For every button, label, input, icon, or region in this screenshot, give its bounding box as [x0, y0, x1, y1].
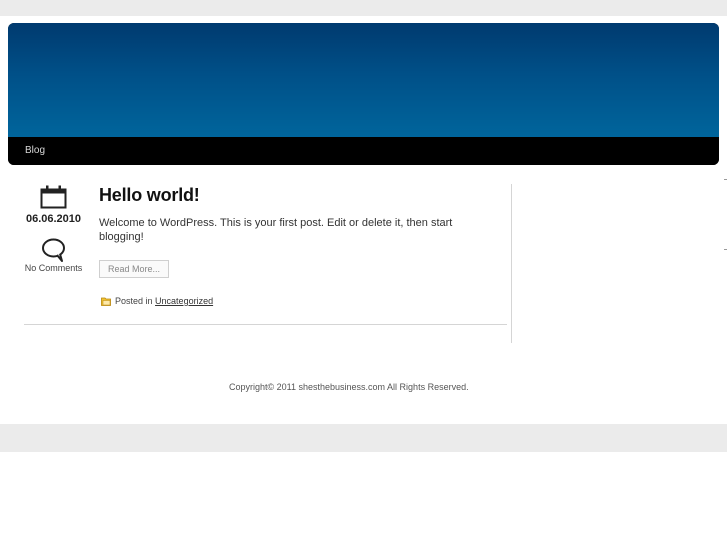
nav-item-blog[interactable]: Blog: [25, 145, 45, 156]
post-meta: Posted in Uncategorized: [115, 296, 213, 306]
footer-copyright: Copyright© 2011 shesthebusiness.com All …: [229, 382, 469, 392]
calendar-icon: [40, 185, 67, 209]
top-band: [0, 0, 727, 16]
post-excerpt: Welcome to WordPress. This is your first…: [99, 217, 453, 243]
read-more-button[interactable]: Read More...: [99, 260, 169, 278]
post-divider: [24, 324, 507, 325]
header-banner: [8, 23, 719, 137]
site-header: Blog: [8, 23, 719, 165]
folder-icon: [101, 297, 111, 306]
main-nav: Blog: [8, 137, 719, 165]
comments-link[interactable]: No Comments: [14, 263, 93, 273]
bottom-band: [0, 424, 727, 452]
post-date: 06.06.2010: [25, 213, 82, 225]
post-title[interactable]: Hello world!: [99, 185, 200, 206]
sidebar-divider: [511, 184, 512, 343]
posted-in-label: Posted in: [115, 296, 153, 306]
speech-bubble-icon: [42, 238, 65, 262]
category-link[interactable]: Uncategorized: [155, 296, 213, 306]
